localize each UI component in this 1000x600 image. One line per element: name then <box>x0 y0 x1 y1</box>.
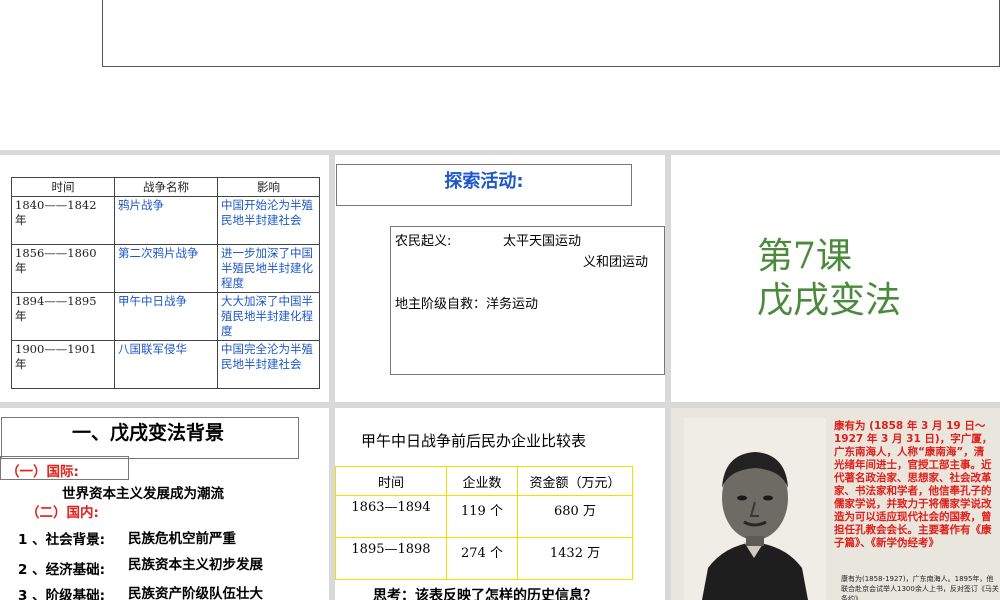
table-row: 1856——1860 年 第二次鸦片战争 进一步加深了中国半殖民地半封建化程度 <box>11 244 320 293</box>
slide-thumbnail-background[interactable]: 一、戊戌变法背景 （一）国际: 世界资本主义发展成为潮流 （二）国内: 1 、社… <box>0 408 329 600</box>
slide-thumbnail-war-table[interactable]: 时间 战争名称 影响 1840——1842 年 鸦片战争 中国开始沦为半殖民地半… <box>0 155 329 402</box>
item-label: 1 、社会背景: <box>18 532 105 548</box>
war-cell: 第二次鸦片战争 <box>114 244 218 293</box>
lesson-title: 戊戌变法 <box>757 280 902 321</box>
war-cell: 甲午中日战争 <box>114 292 218 341</box>
lesson-heading: 第7课 戊戌变法 <box>757 235 901 323</box>
column-header: 企业数 <box>446 466 518 496</box>
item-label: 3 、阶级基础: <box>18 588 105 600</box>
column-header: 战争名称 <box>114 177 218 197</box>
slide-thumbnail-lesson-title[interactable]: 第7课 戊戌变法 <box>671 155 1000 402</box>
table-row: 1900——1901 年 八国联军侵华 中国完全沦为半殖民地半封建社会 <box>11 340 320 389</box>
self-strengthening-text: 地主阶级自救：洋务运动 <box>395 297 539 312</box>
exploration-title: 探索活动: <box>444 171 524 192</box>
time-cell: 1840——1842 年 <box>11 196 115 245</box>
item-text: 民族资产阶级队伍壮大 <box>128 586 263 600</box>
effect-cell: 中国开始沦为半殖民地半封建社会 <box>217 196 320 245</box>
lesson-number: 第7课 <box>757 236 852 277</box>
think-question: 思考：该表反映了怎样的历史信息？ <box>373 588 597 600</box>
international-label: （一）国际: <box>6 464 79 480</box>
comparison-table: 时间 企业数 资金额（万元） 1863—1894 119 个 680 万 189… <box>335 466 633 580</box>
slide-thumbnail-enterprise-comparison[interactable]: 甲午中日战争前后民办企业比较表 时间 企业数 资金额（万元） 1863—1894… <box>335 408 665 600</box>
time-cell: 1856——1860 年 <box>11 244 115 293</box>
effect-cell: 中国完全沦为半殖民地半封建社会 <box>217 340 320 389</box>
section-title: 一、戊戌变法背景 <box>71 422 224 444</box>
war-cell: 八国联军侵华 <box>114 340 218 389</box>
taiping-text: 太平天国运动 <box>503 234 582 249</box>
boxer-text: 义和团运动 <box>583 255 649 270</box>
previous-slide-area <box>0 0 1000 150</box>
table-row: 1840——1842 年 鸦片战争 中国开始沦为半殖民地半封建社会 <box>11 196 320 245</box>
capital-cell: 680 万 <box>517 495 633 538</box>
war-table: 时间 战争名称 影响 1840——1842 年 鸦片战争 中国开始沦为半殖民地半… <box>11 177 320 389</box>
item-text: 民族危机空前严重 <box>128 531 236 547</box>
table-header-row: 时间 企业数 资金额（万元） <box>335 466 633 496</box>
portrait-image <box>684 418 826 600</box>
photo-caption: 康有为(1858-1927)，广东南海人。1895年，他联合赴京会试举人1300… <box>841 575 999 600</box>
international-text: 世界资本主义发展成为潮流 <box>62 486 224 502</box>
table-title: 甲午中日战争前后民办企业比较表 <box>361 432 587 450</box>
peasant-uprising-label: 农民起义: <box>395 234 452 249</box>
count-cell: 274 个 <box>446 537 518 580</box>
column-header: 影响 <box>217 177 320 197</box>
exploration-panel: 农民起义: 太平天国运动 义和团运动 地主阶级自救：洋务运动 <box>390 226 665 375</box>
time-cell: 1900——1901 年 <box>11 340 115 389</box>
portrait-photo <box>684 418 826 600</box>
item-text: 民族资本主义初步发展 <box>128 557 263 573</box>
war-cell: 鸦片战争 <box>114 196 218 245</box>
slide-thumbnail-exploration[interactable]: 探索活动: 农民起义: 太平天国运动 义和团运动 地主阶级自救：洋务运动 <box>335 155 665 402</box>
time-cell: 1894——1895 年 <box>11 292 115 341</box>
table-header-row: 时间 战争名称 影响 <box>11 177 320 197</box>
effect-cell: 大大加深了中国半殖民地半封建化程度 <box>217 292 320 341</box>
capital-cell: 1432 万 <box>517 537 633 580</box>
time-cell: 1863—1894 <box>335 495 447 538</box>
slide-thumbnail-kang-youwei[interactable]: 康有为 (1858 年 3 月 19 日～ 1927 年 3 月 31 日)，字… <box>671 408 1000 600</box>
table-row: 1895—1898 274 个 1432 万 <box>335 537 633 580</box>
slide-frame <box>102 0 1000 67</box>
table-row: 1894——1895 年 甲午中日战争 大大加深了中国半殖民地半封建化程度 <box>11 292 320 341</box>
domestic-label: （二）国内: <box>26 505 99 521</box>
item-label: 2 、经济基础: <box>18 562 105 578</box>
effect-cell: 进一步加深了中国半殖民地半封建化程度 <box>217 244 320 293</box>
column-header: 时间 <box>11 177 115 197</box>
column-header: 时间 <box>335 466 447 496</box>
time-cell: 1895—1898 <box>335 537 447 580</box>
table-row: 1863—1894 119 个 680 万 <box>335 495 633 538</box>
title-box: 探索活动: <box>336 164 632 206</box>
count-cell: 119 个 <box>446 495 518 538</box>
kang-youwei-bio: 康有为 (1858 年 3 月 19 日～ 1927 年 3 月 31 日)，字… <box>834 420 993 549</box>
column-header: 资金额（万元） <box>517 466 633 496</box>
